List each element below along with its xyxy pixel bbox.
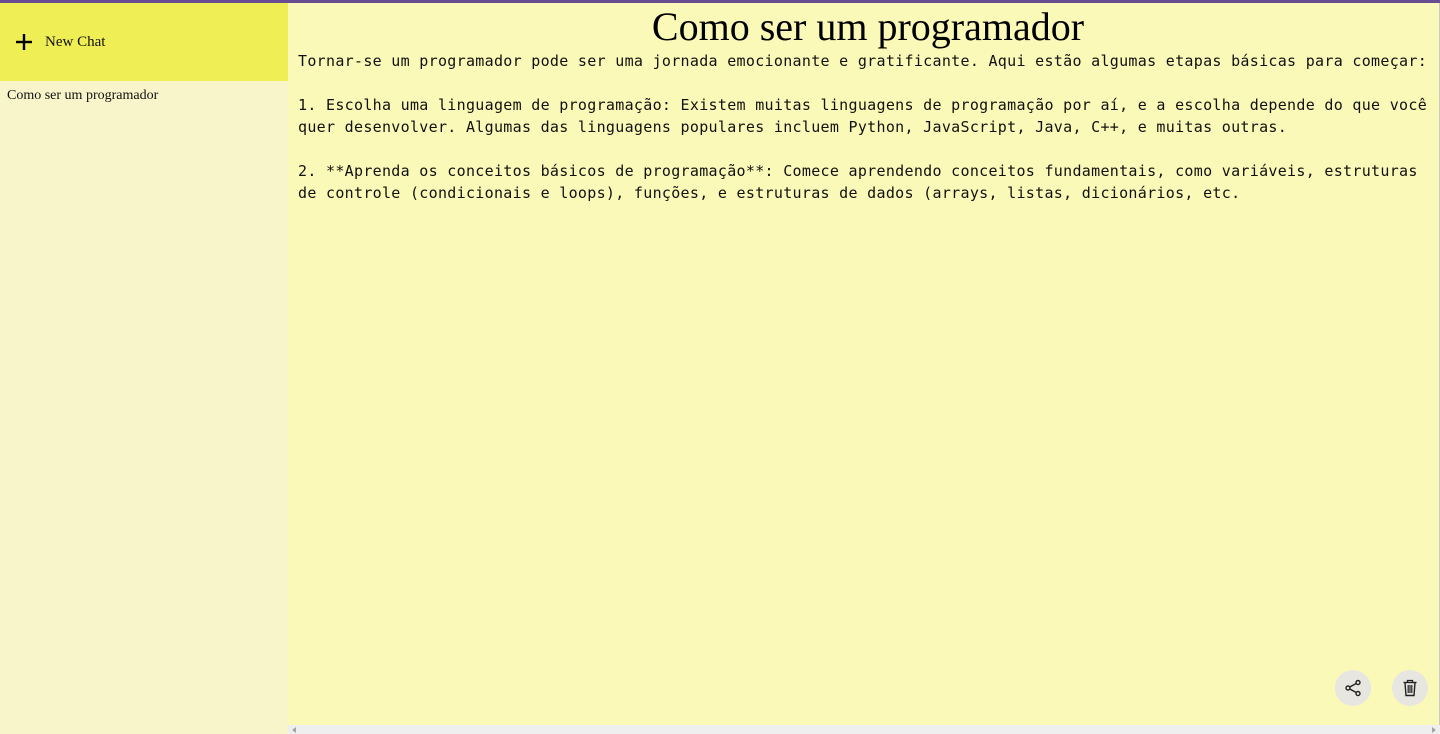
share-icon <box>1345 679 1361 697</box>
new-chat-button[interactable]: New Chat <box>0 3 288 81</box>
chat-response-text: Tornar-se um programador pode ser uma jo… <box>298 52 1428 202</box>
share-button[interactable] <box>1335 670 1371 706</box>
delete-button[interactable] <box>1392 670 1428 706</box>
plus-icon <box>16 34 32 50</box>
scroll-left-icon[interactable] <box>292 727 296 733</box>
scroll-right-icon[interactable] <box>1432 727 1436 733</box>
chat-history-item[interactable]: Como ser um programador <box>7 87 158 105</box>
sidebar: New Chat Como ser um programador <box>0 3 288 734</box>
trash-icon <box>1403 679 1417 697</box>
new-chat-label: New Chat <box>45 34 106 50</box>
chat-main-panel: Como ser um programador Tornar-se um pro… <box>288 3 1439 725</box>
page-title: Como ser um programador <box>651 4 1085 49</box>
horizontal-scrollbar[interactable] <box>288 725 1440 734</box>
